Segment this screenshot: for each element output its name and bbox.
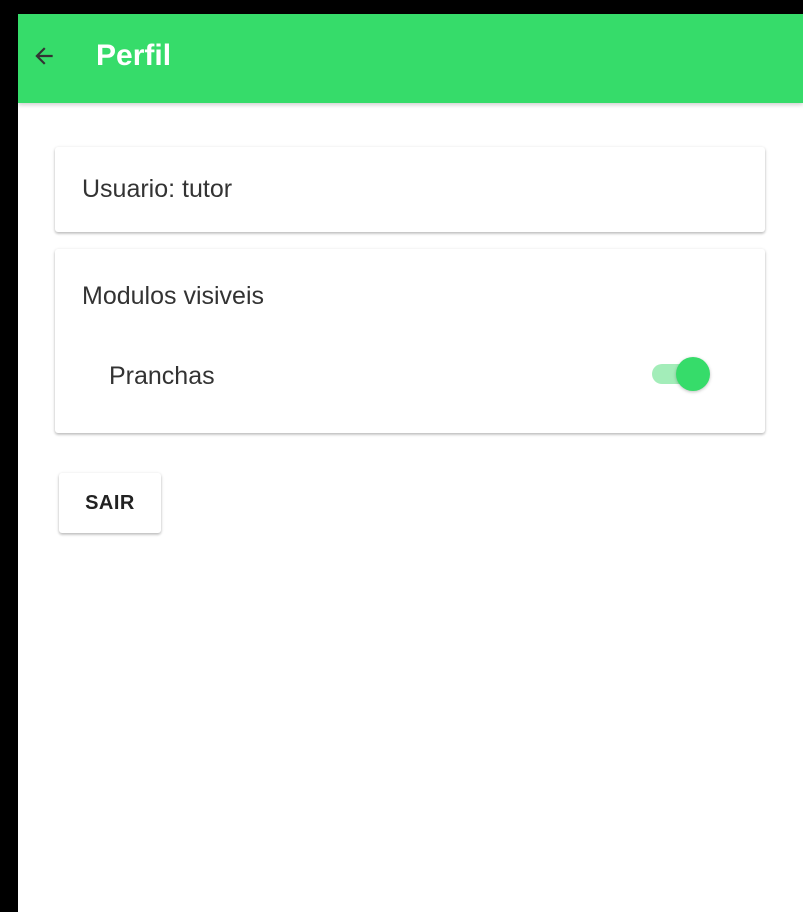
logout-button[interactable]: SAIR xyxy=(59,473,161,533)
pranchas-toggle[interactable] xyxy=(650,356,714,392)
user-card: Usuario: tutor xyxy=(55,147,765,232)
app-bar: Perfil xyxy=(18,14,803,103)
user-info-text: Usuario: tutor xyxy=(82,175,233,203)
profile-screen: Perfil Usuario: tutor Modulos visiveis P… xyxy=(18,14,803,912)
arrow-left-icon xyxy=(35,47,53,65)
page-title: Perfil xyxy=(96,39,172,72)
back-button[interactable] xyxy=(20,32,68,80)
toggle-thumb xyxy=(676,357,710,391)
visible-modules-card: Modulos visiveis Pranchas xyxy=(55,249,765,433)
module-label: Pranchas xyxy=(109,362,215,390)
module-item-pranchas: Pranchas xyxy=(55,344,765,404)
modules-title: Modulos visiveis xyxy=(82,282,265,310)
